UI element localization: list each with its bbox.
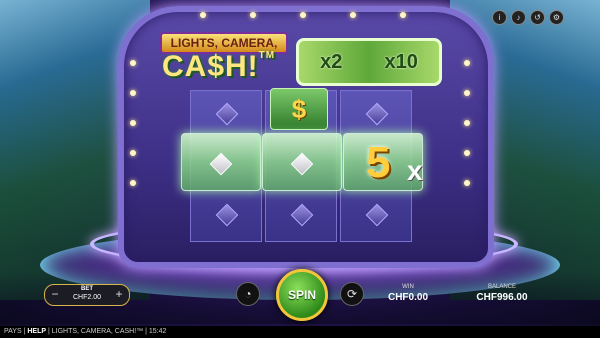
clock: 15:42 [148,328,167,335]
multiplier-symbol-number: 5 [366,138,391,187]
sound-icon[interactable]: ♪ [511,10,526,25]
spin-button[interactable]: SPIN [276,269,328,321]
game-logo: LIGHTS, CAMERA, CA$H!TM [150,30,290,86]
light-bulb [130,120,136,126]
autoplay-icon[interactable]: ⟳ [340,282,364,306]
light-bulb [464,180,470,186]
history-icon[interactable]: ↺ [530,10,545,25]
light-bulb [130,60,136,66]
light-bulb [130,180,136,186]
help-link[interactable]: HELP [27,328,46,335]
win-value: CHF0.00 [387,292,428,303]
light-bulb [464,60,470,66]
light-bulb [250,12,256,18]
balance-value: CHF996.00 [476,292,528,303]
info-icon[interactable]: i [492,10,507,25]
light-bulb [350,12,356,18]
game-name: LIGHTS, CAMERA, CASH!™ [51,328,144,335]
light-bulb [130,90,136,96]
multiplier-symbol-x: x [407,155,423,186]
multiplier-right: x10 [384,50,418,73]
light-bulb [464,120,470,126]
bet-control: − BET CHF2.00 + [44,284,130,306]
cash-symbol: $ [270,88,328,130]
multiplier-bar: x2 x10 [296,38,442,86]
light-bulb [300,12,306,18]
settings-icon[interactable]: ⚙ [549,10,564,25]
multiplier-left: x2 [320,50,343,73]
light-bulb [400,12,406,18]
pays-link[interactable]: PAYS [4,328,22,335]
footer-bar: PAYS | HELP | LIGHTS, CAMERA, CASH!™ | 1… [0,326,600,338]
win-label: WIN [402,284,414,290]
light-bulb [464,90,470,96]
light-bulb [200,12,206,18]
bet-increase-button[interactable]: + [113,288,125,300]
logo-trademark: TM [258,50,276,61]
balance-display: BALANCE CHF996.00 [470,284,534,303]
balance-label: BALANCE [487,284,516,290]
turbo-icon[interactable]: ◔ [236,282,260,306]
top-toolbar: i ♪ ↺ ⚙ [492,10,564,25]
light-bulb [130,150,136,156]
win-display: WIN CHF0.00 [382,284,434,303]
logo-cash: CA$H! [162,50,259,83]
light-bulb [464,150,470,156]
logo-main-text: CA$H!TM [162,50,275,84]
